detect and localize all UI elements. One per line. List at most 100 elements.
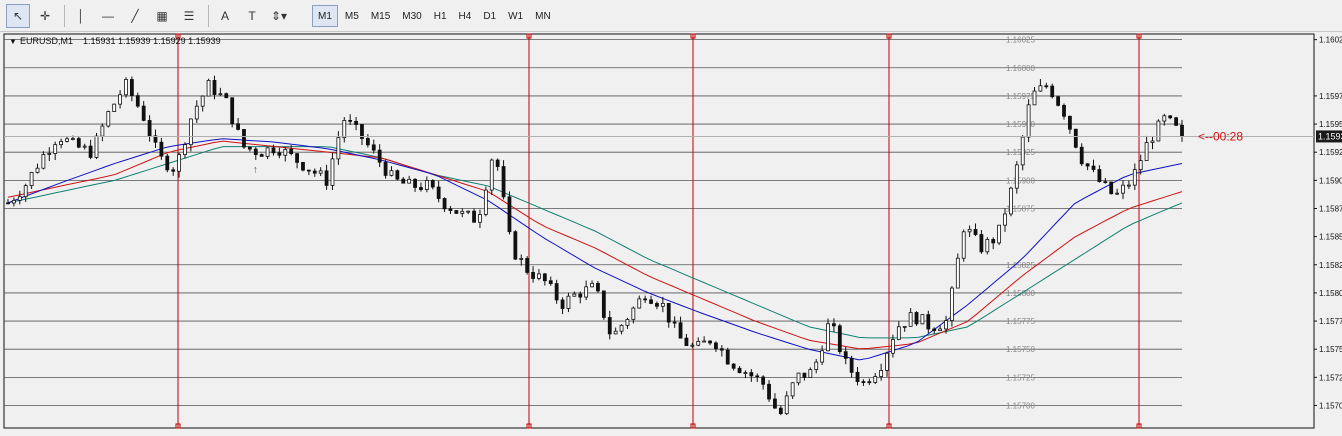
candle-body [1073,128,1078,148]
candle-body [271,147,276,154]
axis-tick-label: 1.15975 [1319,92,1342,101]
horizontal-line-tool-icon[interactable]: — [96,4,120,28]
timeframe-bar: M1 M5 M15 M30 H1 H4 D1 W1 MN [312,3,558,29]
timeframe-m30[interactable]: M30 [397,5,426,27]
candle-body [129,79,134,97]
chart-window[interactable]: 1.16025 1.16000 1.15975 1.15950 1.15925 1.159… [0,32,1342,431]
candle-body [460,210,465,214]
candle-body [879,370,884,377]
candle-body [419,187,423,190]
timeframe-w1[interactable]: W1 [503,5,528,27]
candle-body [1085,163,1090,167]
candle-body [6,202,10,205]
candle-body [719,348,724,351]
candle-body [790,382,795,397]
inner-price-label: 1.15900 [1006,176,1035,185]
candle-body [59,140,63,146]
timeframe-mn[interactable]: MN [530,5,556,27]
candle-body [672,321,677,324]
inner-price-label: 1.16025 [1006,36,1035,45]
candle-body [124,79,128,96]
candle-body [1003,213,1007,226]
toolbar: ↖ ✛ │ — ╱ ▦ ☰ A T ⇕▾ M1 M5 M15 M30 H1 H4 D1 W1 MN [0,0,1342,32]
candle-body [295,153,299,163]
candle-body [873,376,878,383]
crosshair-tool-icon[interactable]: ✛ [33,4,57,28]
candle-body [1068,115,1072,130]
candle-body [1121,184,1125,194]
candle-body [1168,115,1173,119]
equidistant-channel-tool-icon[interactable]: ▦ [150,4,174,28]
candle-body [690,344,695,347]
candle-body [820,350,825,363]
candle-body [188,118,193,146]
candle-body [324,170,329,186]
inner-price-label: 1.15700 [1006,401,1035,410]
fibonacci-tool-icon[interactable]: ☰ [177,4,201,28]
timeframe-m1[interactable]: M1 [312,5,338,27]
collapse-triangle-icon[interactable]: ▼ [9,37,17,46]
axis-tick-label: 1.15775 [1319,317,1342,326]
bar-countdown: <--00:28 [1198,129,1243,143]
axis-tick-label: 1.15750 [1319,345,1342,354]
candle-body [265,147,270,157]
candle-body [1091,165,1096,170]
candle-body [814,361,819,370]
candle-body [177,154,181,172]
candle-body [17,196,22,201]
candle-body [206,80,211,97]
timeframe-h1[interactable]: H1 [429,5,452,27]
candle-body [442,198,447,210]
candle-body [47,153,52,155]
candle-body [531,272,535,279]
candle-body [1138,160,1143,171]
candle-body [483,189,488,215]
candle-body [649,299,653,304]
candle-body [112,103,117,112]
timeframe-m5[interactable]: M5 [340,5,364,27]
candle-body [94,135,99,158]
candle-body [41,154,46,169]
candle-body [885,352,889,371]
candle-body [560,299,565,309]
timeframe-h4[interactable]: H4 [454,5,477,27]
candle-body [354,120,358,125]
candle-body [183,144,187,155]
candle-body [655,303,659,307]
inner-price-label: 1.15975 [1006,92,1035,101]
candle-body [973,229,978,235]
candle-body [76,138,81,148]
candle-body [1032,90,1037,106]
timeframe-d1[interactable]: D1 [478,5,501,27]
arrows-tool-icon[interactable]: ⇕▾ [267,4,291,28]
timeframe-m15[interactable]: M15 [366,5,395,27]
cursor-tool-icon[interactable]: ↖ [6,4,30,28]
current-price-tag: 1.15939 [1316,130,1342,143]
candle-body [1103,181,1108,183]
candle-body [808,369,813,378]
inner-price-label: 1.15725 [1006,373,1035,382]
candle-body [330,158,335,186]
text-tool-icon[interactable]: A [213,4,237,28]
vertical-line-tool-icon[interactable]: │ [69,4,93,28]
candle-body [802,372,807,378]
candle-body [955,257,960,289]
candle-body [584,286,589,298]
text-label-tool-icon[interactable]: T [240,4,264,28]
candle-body [590,282,594,288]
candle-body [991,239,996,244]
trendline-tool-icon[interactable]: ╱ [123,4,147,28]
candle-body [778,407,783,415]
candle-body [171,169,176,172]
candle-body [607,317,612,335]
candle-body [1115,192,1120,195]
drawing-tools: ↖ ✛ │ — ╱ ▦ ☰ A T ⇕▾ [6,3,294,29]
candle-body [159,141,164,157]
axis-tick-label: 1.15700 [1319,401,1342,410]
candle-body [35,167,40,173]
candle-body [961,231,966,259]
candle-body [118,94,122,105]
inner-price-label: 1.15925 [1006,148,1035,157]
candle-body [212,80,217,95]
price-chart[interactable]: 1.16025 1.16000 1.15975 1.15950 1.15925 1.159… [0,32,1342,431]
